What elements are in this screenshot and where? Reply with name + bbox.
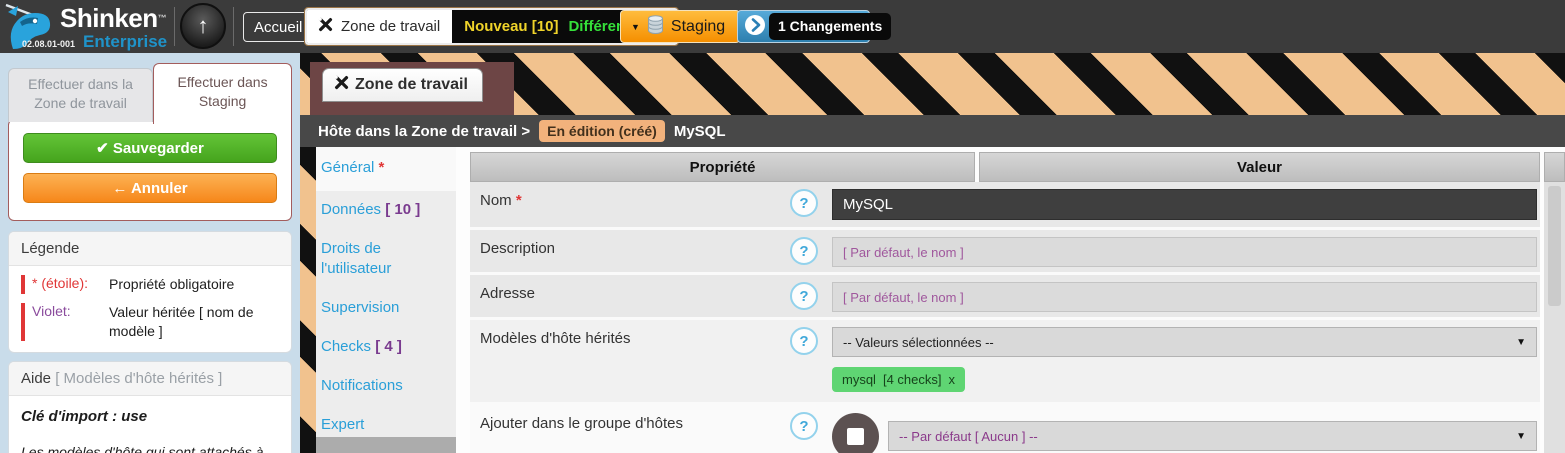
column-header-propriete: Propriété	[470, 152, 975, 182]
editor-content: Général * Données [ 10 ] Droits de l'uti…	[300, 147, 1565, 453]
database-icon	[647, 15, 664, 39]
help-icon[interactable]: ?	[790, 282, 818, 310]
help-icon[interactable]: ?	[790, 237, 818, 265]
adresse-input[interactable]	[832, 282, 1537, 312]
vertical-scrollbar[interactable]	[1544, 152, 1565, 453]
workzone-label: Zone de travail	[341, 18, 440, 35]
tab-effectuer-zone-de-travail[interactable]: Effectuer dans la Zone de travail	[8, 68, 153, 122]
shinken-enterprise-app: Shinken™ 02.08.01-001 Enterprise ↑ Accue…	[0, 0, 1565, 453]
topbar-divider	[233, 7, 234, 46]
selected-template-tag: mysql [4 checks] x	[832, 367, 965, 392]
back-arrow-icon: ←	[112, 180, 127, 197]
help-context: [ Modèles d'hôte hérités ]	[55, 370, 222, 387]
groupe-hotes-select[interactable]: -- Par défaut [ Aucun ] -- ▼	[888, 421, 1537, 451]
staging-label: Staging	[671, 18, 725, 36]
table-row-nom: Nom * ?	[470, 182, 1540, 227]
app-edition: Enterprise	[83, 32, 167, 52]
modeles-hote-select[interactable]: -- Valeurs sélectionnées -- ▼	[832, 327, 1537, 357]
apply-target-tabs: Effectuer dans la Zone de travail Effect…	[8, 63, 292, 122]
toggle-hostgroup-button[interactable]	[832, 413, 879, 453]
legend-panel: Légende * (étoile): Propriété obligatoir…	[8, 231, 292, 353]
chevron-circle-icon	[744, 14, 766, 39]
breadcrumb-current-item: MySQL	[674, 123, 726, 140]
nom-input[interactable]	[832, 189, 1537, 220]
legend-item-inherited: Violet: Valeur héritée [ nom de modèle ]	[21, 303, 279, 341]
scroll-top-button[interactable]: ↑	[180, 3, 226, 49]
help-panel-title: Aide [ Modèles d'hôte hérités ]	[9, 362, 291, 396]
home-button[interactable]: Accueil	[243, 12, 313, 42]
section-nav: Général * Données [ 10 ] Droits de l'uti…	[316, 147, 456, 453]
shinken-logo: Shinken™ 02.08.01-001 Enterprise	[4, 2, 167, 55]
help-text: Les modèles d'hôte qui sont attachés à l…	[21, 444, 279, 453]
remove-tag-icon[interactable]: x	[948, 372, 955, 387]
topbar-divider	[174, 7, 175, 46]
scrollbar-thumb[interactable]	[1548, 186, 1561, 306]
app-version: 02.08.01-001	[22, 39, 75, 49]
nav-item-general[interactable]: Général *	[316, 147, 456, 191]
main-area: Zone de travail Hôte dans la Zone de tra…	[300, 53, 1565, 453]
check-icon: ✔	[96, 140, 109, 157]
help-icon[interactable]: ?	[790, 327, 818, 355]
dropdown-caret-icon: ▼	[1516, 337, 1526, 348]
dropdown-caret-icon: ▼	[1516, 431, 1526, 442]
new-count-badge: Nouveau [10]	[464, 18, 558, 35]
changes-count-badge: 1 Changements	[769, 13, 891, 40]
help-import-key: Clé d'import : use	[21, 408, 279, 425]
breadcrumb-path[interactable]: Hôte dans la Zone de travail >	[318, 123, 530, 140]
save-button[interactable]: ✔ Sauvegarder	[23, 133, 277, 163]
section-nav-footer	[316, 437, 456, 453]
status-badge: En édition (créé)	[539, 120, 665, 142]
nav-item-notifications[interactable]: Notifications	[316, 367, 456, 406]
up-arrow-icon: ↑	[198, 13, 209, 38]
help-panel: Aide [ Modèles d'hôte hérités ] Clé d'im…	[8, 361, 292, 453]
left-sidebar: Effectuer dans la Zone de travail Effect…	[0, 53, 300, 453]
property-table: Propriété Valeur Nom * ? Description ?	[470, 152, 1540, 453]
save-cancel-panel: ✔ Sauvegarder ← Annuler	[8, 119, 292, 221]
scrollbar-header-cell	[1544, 152, 1565, 182]
table-row-groupe-hotes: Ajouter dans le groupe d'hôtes ? -- Par …	[470, 402, 1540, 453]
breadcrumb: Hôte dans la Zone de travail > En éditio…	[300, 115, 1565, 147]
description-input[interactable]	[832, 237, 1537, 267]
table-row-description: Description ?	[470, 227, 1540, 272]
table-header: Propriété Valeur	[470, 152, 1540, 182]
legend-item-required: * (étoile): Propriété obligatoire	[21, 275, 279, 294]
column-header-valeur: Valeur	[979, 152, 1540, 182]
nav-item-checks[interactable]: Checks [ 4 ]	[316, 328, 456, 367]
table-row-modeles-hote: Modèles d'hôte hérités ? -- Valeurs séle…	[470, 317, 1540, 402]
cancel-button[interactable]: ← Annuler	[23, 173, 277, 203]
caret-down-icon: ▼	[631, 22, 640, 32]
legend-title: Légende	[9, 232, 291, 266]
stop-icon	[847, 428, 864, 445]
app-title: Shinken™	[60, 5, 167, 31]
workzone-page-tab[interactable]: Zone de travail	[322, 68, 483, 102]
table-row-adresse: Adresse ?	[470, 272, 1540, 317]
nav-item-droits-utilisateur[interactable]: Droits de l'utilisateur	[316, 230, 456, 289]
tools-icon	[317, 16, 334, 37]
nav-item-supervision[interactable]: Supervision	[316, 289, 456, 328]
tab-effectuer-staging[interactable]: Effectuer dans Staging	[153, 63, 292, 124]
help-icon[interactable]: ?	[790, 412, 818, 440]
tools-icon	[333, 74, 350, 96]
nav-item-donnees[interactable]: Données [ 10 ]	[316, 191, 456, 230]
staging-dropdown-button[interactable]: ▼ Staging	[620, 10, 740, 43]
propagate-changes-button[interactable]: P 1 Changements	[737, 10, 870, 43]
help-icon[interactable]: ?	[790, 189, 818, 217]
topbar: Shinken™ 02.08.01-001 Enterprise ↑ Accue…	[0, 0, 1565, 53]
